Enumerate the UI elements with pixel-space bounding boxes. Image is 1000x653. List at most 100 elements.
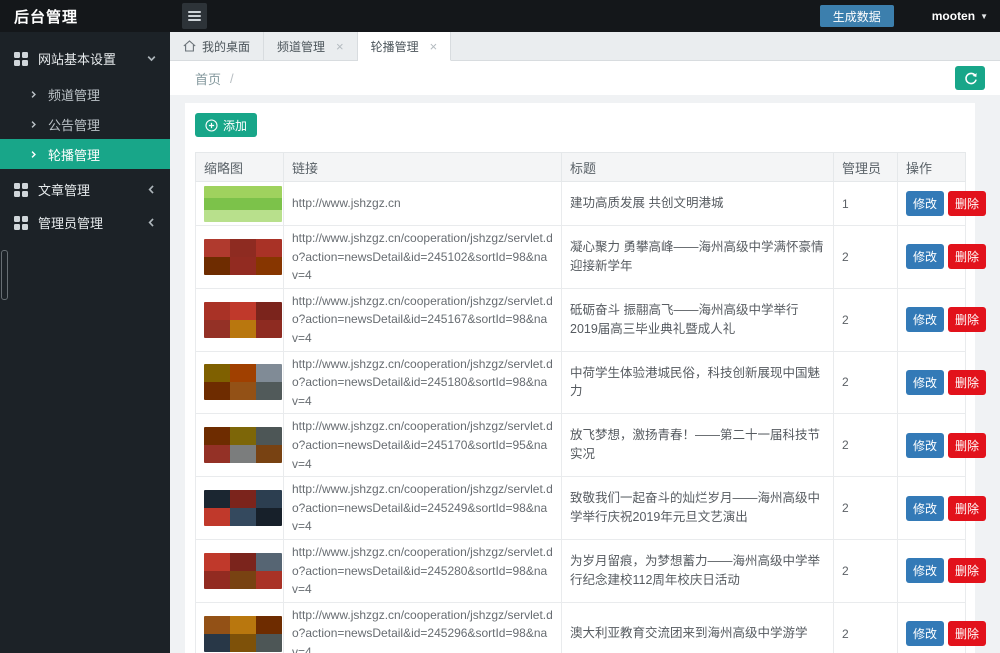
table-row: http://www.jshzgz.cn/cooperation/jshzgz/… xyxy=(195,287,987,352)
tab-label: 频道管理 xyxy=(277,39,326,54)
edit-button[interactable]: 修改 xyxy=(906,307,945,333)
breadcrumb-home-link[interactable]: 首页 xyxy=(195,69,221,88)
admin-cell: 1 xyxy=(833,181,898,226)
hamburger-icon xyxy=(188,15,201,17)
table-row: http://www.jshzgz.cn/cooperation/jshzgz/… xyxy=(195,601,987,653)
generate-data-button[interactable]: 生成数据 xyxy=(819,5,894,27)
carousel-table: 缩略图 链接 标题 管理员 操作 http://www.jshzgz.cn 建功高质发展 … xyxy=(195,152,987,653)
delete-button[interactable]: 删除 xyxy=(948,369,987,395)
sidebar-item-notice-management[interactable]: 公告管理 xyxy=(0,109,170,139)
tab-carousel-management[interactable]: 轮播管理 × xyxy=(357,32,452,61)
title-cell: 为岁月留痕，为梦想蓄力——海州高级中学举行纪念建校112周年校庆日活动 xyxy=(561,538,834,603)
chevron-left-icon xyxy=(146,184,157,195)
breadcrumb-separator: / xyxy=(230,70,234,86)
sidebar-item-channel-management[interactable]: 频道管理 xyxy=(0,79,170,109)
link-cell: http://www.jshzgz.cn xyxy=(283,181,562,226)
edit-button[interactable]: 修改 xyxy=(906,244,945,270)
delete-button[interactable]: 删除 xyxy=(948,191,987,216)
delete-button[interactable]: 删除 xyxy=(948,495,987,521)
title-cell: 澳大利亚教育交流团来到海州高级中学游学 xyxy=(561,601,834,653)
add-button[interactable]: 添加 xyxy=(195,113,258,137)
sidebar-item-article-management[interactable]: 文章管理 xyxy=(0,173,170,206)
user-menu[interactable]: mooten ▼ xyxy=(932,9,988,23)
table-row: http://www.jshzgz.cn 建功高质发展 共创文明港城 1 修改 删除 xyxy=(195,181,987,226)
tab-label: 轮播管理 xyxy=(370,39,419,54)
admin-cell: 2 xyxy=(833,476,898,540)
thumbnail-cell xyxy=(195,225,284,289)
chevron-right-icon xyxy=(29,150,38,159)
refresh-icon xyxy=(963,71,978,86)
thumbnail-image xyxy=(204,427,282,464)
delete-button[interactable]: 删除 xyxy=(948,244,987,270)
sidebar-submenu: 频道管理公告管理轮播管理 xyxy=(0,79,170,169)
refresh-button[interactable] xyxy=(955,66,985,90)
edit-button[interactable]: 修改 xyxy=(906,432,945,458)
admin-cell: 2 xyxy=(833,350,898,415)
edit-button[interactable]: 修改 xyxy=(906,495,945,521)
close-icon[interactable]: × xyxy=(430,40,438,53)
actions-cell: 修改 删除 xyxy=(897,287,987,352)
tab-my-desktop[interactable]: 我的桌面 xyxy=(170,32,265,60)
thumbnail-image xyxy=(204,185,282,222)
actions-cell: 修改 删除 xyxy=(897,476,987,540)
title-cell: 凝心聚力 勇攀高峰——海州高级中学满怀豪情迎接新学年 xyxy=(561,225,834,289)
actions-cell: 修改 删除 xyxy=(897,181,987,226)
top-bar: 后台管理 生成数据 mooten ▼ xyxy=(0,0,1000,32)
table-header-row: 缩略图 链接 标题 管理员 操作 xyxy=(195,152,966,182)
thumbnail-image xyxy=(204,490,282,527)
sidebar: 网站基本设置 频道管理公告管理轮播管理 文章管理 管理员管理 xyxy=(0,32,170,653)
tab-channel-management[interactable]: 频道管理 × xyxy=(264,32,358,60)
thumbnail-cell xyxy=(195,181,284,226)
sidebar-item-label: 管理员管理 xyxy=(38,216,104,231)
actions-cell: 修改 删除 xyxy=(897,538,987,603)
content-panel: 添加 缩略图 链接 标题 管理员 操作 http://www.jshzgz.cn 建功高质… xyxy=(185,103,987,653)
actions-cell: 修改 删除 xyxy=(897,413,987,478)
edit-button[interactable]: 修改 xyxy=(906,191,945,216)
table-row: http://www.jshzgz.cn/cooperation/jshzgz/… xyxy=(195,413,987,478)
chevron-down-icon xyxy=(146,53,157,64)
chevron-right-icon xyxy=(29,90,38,99)
title-cell: 放飞梦想，激扬青春！——第二十一届科技节实况 xyxy=(561,413,834,478)
delete-button[interactable]: 删除 xyxy=(948,558,987,584)
link-cell: http://www.jshzgz.cn/cooperation/jshzgz/… xyxy=(283,601,562,653)
delete-button[interactable]: 删除 xyxy=(948,621,987,647)
title-cell: 砥砺奋斗 振翮高飞——海州高级中学举行2019届高三毕业典礼暨成人礼 xyxy=(561,287,834,352)
link-cell: http://www.jshzgz.cn/cooperation/jshzgz/… xyxy=(283,413,562,478)
thumbnail-cell xyxy=(195,601,284,653)
edit-button[interactable]: 修改 xyxy=(906,369,945,395)
grid-icon xyxy=(14,51,28,66)
grid-icon xyxy=(14,182,28,197)
delete-button[interactable]: 删除 xyxy=(948,307,987,333)
actions-cell: 修改 删除 xyxy=(897,350,987,415)
sidebar-item-carousel-management[interactable]: 轮播管理 xyxy=(0,139,170,169)
link-cell: http://www.jshzgz.cn/cooperation/jshzgz/… xyxy=(283,225,562,289)
caret-down-icon: ▼ xyxy=(980,11,988,21)
link-cell: http://www.jshzgz.cn/cooperation/jshzgz/… xyxy=(283,287,562,352)
home-icon xyxy=(183,40,196,52)
breadcrumb: 首页 / xyxy=(170,61,1000,95)
sidebar-item-admin-management[interactable]: 管理员管理 xyxy=(0,206,170,239)
hamburger-icon xyxy=(188,19,201,21)
table-row: http://www.jshzgz.cn/cooperation/jshzgz/… xyxy=(195,538,987,603)
thumbnail-cell xyxy=(195,476,284,540)
column-header: 缩略图 xyxy=(195,152,284,182)
sidebar-toggle-button[interactable] xyxy=(182,3,207,29)
sidebar-scrollbar-thumb[interactable] xyxy=(1,250,8,300)
title-cell: 致敬我们一起奋斗的灿烂岁月——海州高级中学举行庆祝2019年元旦文艺演出 xyxy=(561,476,834,540)
edit-button[interactable]: 修改 xyxy=(906,621,945,647)
thumbnail-cell xyxy=(195,287,284,352)
grid-icon xyxy=(14,215,28,230)
thumbnail-image xyxy=(204,615,282,652)
title-cell: 中荷学生体验港城民俗，科技创新展现中国魅力 xyxy=(561,350,834,415)
link-cell: http://www.jshzgz.cn/cooperation/jshzgz/… xyxy=(283,350,562,415)
close-icon[interactable]: × xyxy=(336,40,344,53)
chevron-right-icon xyxy=(29,120,38,129)
delete-button[interactable]: 删除 xyxy=(948,432,987,458)
edit-button[interactable]: 修改 xyxy=(906,558,945,584)
thumbnail-cell xyxy=(195,538,284,603)
sidebar-item-site-settings[interactable]: 网站基本设置 xyxy=(0,42,170,75)
sidebar-item-label: 公告管理 xyxy=(48,117,101,133)
main-area: 我的桌面 频道管理 × 轮播管理 × 首页 / 添加 缩略图 链接 标题 管理员… xyxy=(170,32,1000,653)
actions-cell: 修改 删除 xyxy=(897,225,987,289)
thumbnail-image xyxy=(204,552,282,589)
